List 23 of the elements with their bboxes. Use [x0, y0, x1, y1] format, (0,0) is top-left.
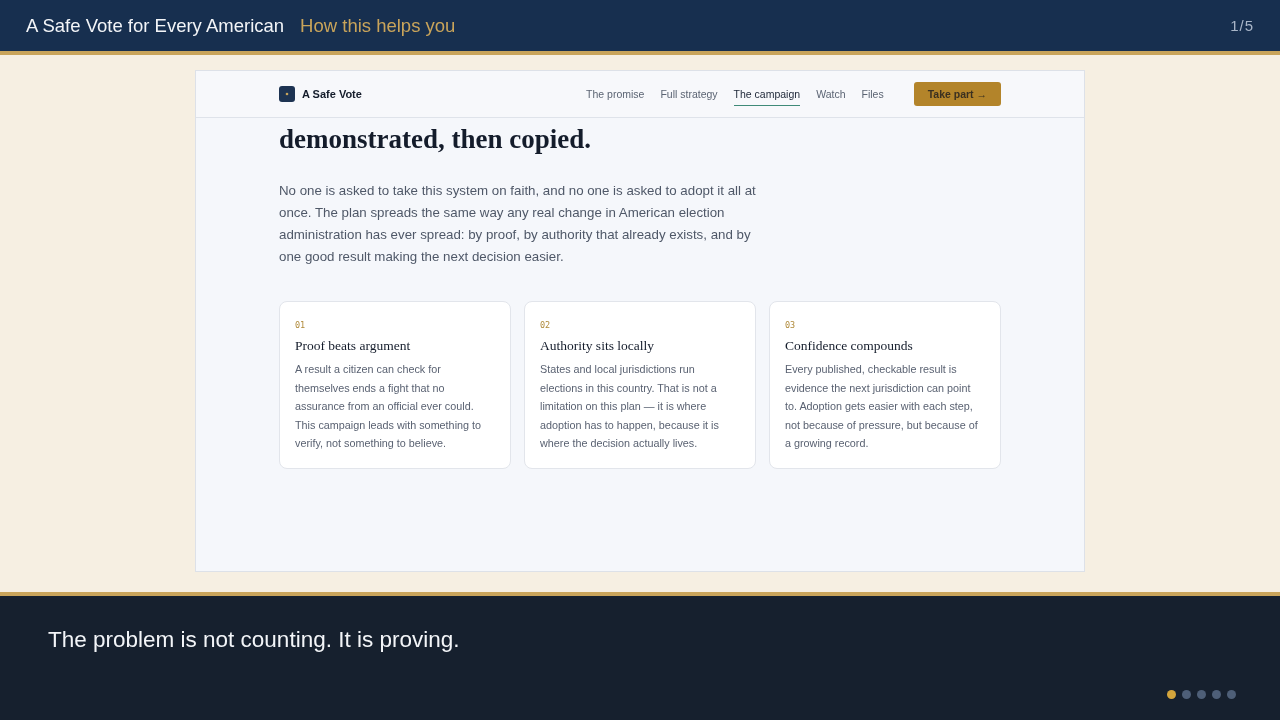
card-number: 02 [540, 319, 552, 331]
nav-link[interactable]: The campaign [733, 83, 801, 106]
card-title: Proof beats argument [295, 338, 412, 354]
slide-caption: The problem is not counting. It is proving. [48, 627, 461, 653]
take-part-button[interactable]: Take part → [913, 82, 1001, 106]
card-title: Authority sits locally [540, 338, 655, 354]
card-number: 03 [785, 319, 797, 331]
nav-link[interactable]: The promise [586, 83, 645, 106]
intro-paragraph: No one is asked to take this system on faith, and no one is asked to adopt it all at once. The plan spreads the same way any real change in American election administration has ever spread: by proof, by authority that already exists, and by one good result making the next decision easier. [279, 182, 757, 266]
page-headline: demonstrated, then copied. [279, 123, 592, 156]
logo-icon [279, 86, 295, 102]
presentation-title: A Safe Vote for Every American [26, 14, 285, 37]
card-text: States and local jurisdictions run elections in this country. That is not a limitation on this plan — it is where adoption has to happen, because it is where the decision actually lives. [540, 362, 720, 451]
card-text: A result a citizen can check for themselves ends a fight that no assurance from an official ever could. This campaign leads with something to verify, not something to believe. [295, 362, 483, 451]
card-number: 01 [295, 319, 307, 331]
nav-link[interactable]: Watch [816, 83, 846, 106]
nav-link[interactable]: Files [861, 83, 884, 106]
card-text: Every published, checkable result is evidence the next jurisdiction can point to. Adoption gets easier with each step, not because of pressure, but because of a growing record. [785, 362, 979, 451]
card-title: Confidence compounds [785, 338, 914, 354]
slide-counter: 1/5 [1230, 17, 1254, 34]
nav-link[interactable]: Full strategy [660, 83, 718, 106]
section-subtitle: How this helps you [300, 14, 456, 37]
site-name: A Safe Vote [302, 88, 362, 100]
